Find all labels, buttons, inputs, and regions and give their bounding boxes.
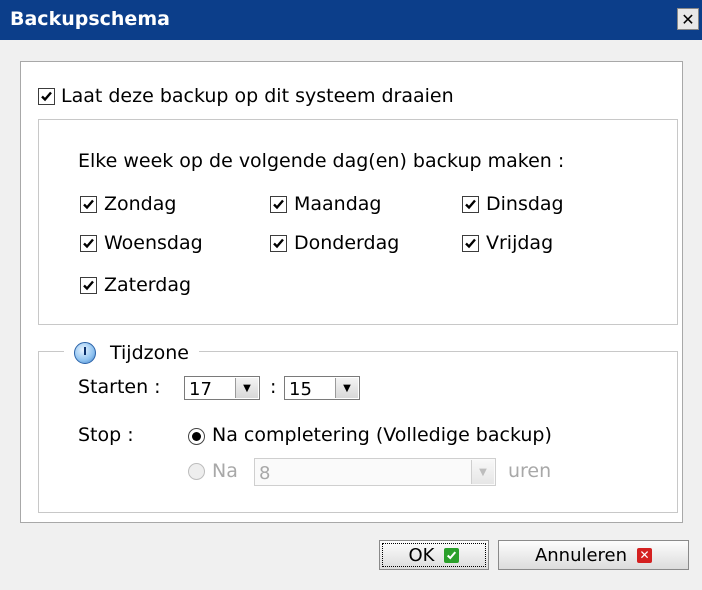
radio-selected-dot: [192, 432, 201, 441]
day-checkbox-vrijdag[interactable]: [462, 235, 479, 252]
day-label-zondag: Zondag: [104, 193, 177, 215]
stop-on-completion-radio[interactable]: [188, 428, 205, 445]
start-label: Starten :: [78, 376, 161, 398]
check-icon: [465, 238, 476, 249]
run-on-system-label: Laat deze backup op dit systeem draaien: [61, 85, 454, 107]
day-checkbox-zondag[interactable]: [80, 196, 97, 213]
clock-icon: [74, 342, 96, 364]
day-checkbox-zaterdag[interactable]: [80, 277, 97, 294]
check-icon: [83, 238, 94, 249]
timezone-legend[interactable]: Tijdzone: [64, 340, 199, 366]
close-icon: ✕: [637, 547, 653, 563]
close-icon: ✕: [681, 9, 695, 29]
cancel-button[interactable]: Annuleren ✕: [498, 540, 689, 570]
window-title: Backupschema: [10, 8, 170, 30]
day-label-maandag: Maandag: [294, 193, 382, 215]
stop-hours-select[interactable]: 8 ▼: [254, 458, 496, 486]
start-hour-value: 17: [189, 379, 212, 400]
check-icon: [41, 91, 52, 102]
day-label-vrijdag: Vrijdag: [486, 232, 554, 254]
day-checkbox-maandag[interactable]: [270, 196, 287, 213]
day-label-zaterdag: Zaterdag: [104, 274, 192, 296]
day-label-donderdag: Donderdag: [294, 232, 400, 254]
stop-on-completion-label: Na completering (Volledige backup): [212, 424, 552, 446]
check-icon: [273, 238, 284, 249]
title-bar: Backupschema ✕: [0, 0, 702, 40]
check-icon: [273, 199, 284, 210]
start-hour-select[interactable]: 17 ▼: [184, 376, 260, 400]
time-separator: :: [270, 376, 277, 398]
ok-button[interactable]: OK: [379, 540, 489, 570]
stop-after-prefix: Na: [212, 460, 238, 482]
day-checkbox-dinsdag[interactable]: [462, 196, 479, 213]
stop-label: Stop :: [78, 424, 134, 446]
check-icon: [444, 547, 460, 563]
check-icon: [465, 199, 476, 210]
day-checkbox-woensdag[interactable]: [80, 235, 97, 252]
stop-hours-suffix: uren: [508, 460, 552, 482]
stop-after-hours-radio[interactable]: [188, 463, 205, 480]
stop-hours-value: 8: [259, 463, 271, 484]
chevron-down-icon[interactable]: ▼: [235, 378, 258, 398]
ok-button-label: OK: [408, 544, 435, 566]
close-button[interactable]: ✕: [677, 8, 699, 30]
chevron-down-icon[interactable]: ▼: [471, 460, 494, 484]
day-checkbox-donderdag[interactable]: [270, 235, 287, 252]
start-minute-select[interactable]: 15 ▼: [284, 376, 360, 400]
check-icon: [83, 280, 94, 291]
timezone-label: Tijdzone: [110, 342, 189, 364]
chevron-down-icon[interactable]: ▼: [335, 378, 358, 398]
check-icon: [83, 199, 94, 210]
start-minute-value: 15: [289, 379, 312, 400]
run-on-system-checkbox[interactable]: [38, 88, 55, 105]
day-label-dinsdag: Dinsdag: [486, 193, 564, 215]
day-label-woensdag: Woensdag: [104, 232, 203, 254]
weekly-heading: Elke week op de volgende dag(en) backup …: [78, 150, 565, 172]
cancel-button-label: Annuleren: [534, 544, 628, 566]
